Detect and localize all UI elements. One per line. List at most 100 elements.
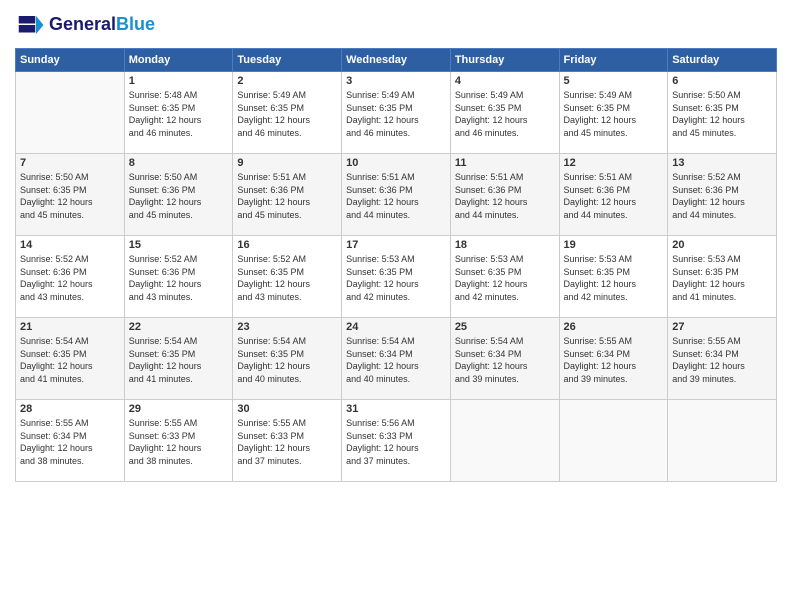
day-info: Sunrise: 5:51 AM Sunset: 6:36 PM Dayligh… <box>237 171 337 221</box>
day-number: 18 <box>455 239 555 251</box>
day-cell: 5 Sunrise: 5:49 AM Sunset: 6:35 PM Daylig… <box>559 72 668 154</box>
day-info: Sunrise: 5:51 AM Sunset: 6:36 PM Dayligh… <box>346 171 446 221</box>
day-cell: 16 Sunrise: 5:52 AM Sunset: 6:35 PM Dayli… <box>233 236 342 318</box>
day-info: Sunrise: 5:48 AM Sunset: 6:35 PM Dayligh… <box>129 89 229 139</box>
day-number: 7 <box>20 157 120 169</box>
day-info: Sunrise: 5:51 AM Sunset: 6:36 PM Dayligh… <box>455 171 555 221</box>
page-container: GeneralBlue SundayMondayTuesdayWednesday… <box>0 0 792 492</box>
day-info: Sunrise: 5:54 AM Sunset: 6:35 PM Dayligh… <box>129 335 229 385</box>
day-info: Sunrise: 5:54 AM Sunset: 6:35 PM Dayligh… <box>237 335 337 385</box>
day-number: 9 <box>237 157 337 169</box>
day-cell <box>559 400 668 482</box>
day-cell: 15 Sunrise: 5:52 AM Sunset: 6:36 PM Dayli… <box>124 236 233 318</box>
day-info: Sunrise: 5:52 AM Sunset: 6:36 PM Dayligh… <box>20 253 120 303</box>
day-cell: 7Sunrise: 5:50 AM Sunset: 6:35 PM Daylig… <box>16 154 125 236</box>
day-cell: 3 Sunrise: 5:49 AM Sunset: 6:35 PM Daylig… <box>342 72 451 154</box>
logo-icon <box>15 10 45 40</box>
day-info: Sunrise: 5:54 AM Sunset: 6:35 PM Dayligh… <box>20 335 120 385</box>
day-number: 16 <box>237 239 337 251</box>
day-info: Sunrise: 5:49 AM Sunset: 6:35 PM Dayligh… <box>455 89 555 139</box>
day-cell: 1 Sunrise: 5:48 AM Sunset: 6:35 PM Daylig… <box>124 72 233 154</box>
day-info: Sunrise: 5:52 AM Sunset: 6:36 PM Dayligh… <box>672 171 772 221</box>
day-number: 19 <box>564 239 664 251</box>
day-cell: 24 Sunrise: 5:54 AM Sunset: 6:34 PM Dayli… <box>342 318 451 400</box>
weekday-wednesday: Wednesday <box>342 49 451 72</box>
day-info: Sunrise: 5:49 AM Sunset: 6:35 PM Dayligh… <box>564 89 664 139</box>
day-number: 15 <box>129 239 229 251</box>
day-cell: 23 Sunrise: 5:54 AM Sunset: 6:35 PM Dayli… <box>233 318 342 400</box>
day-cell <box>668 400 777 482</box>
day-cell: 18 Sunrise: 5:53 AM Sunset: 6:35 PM Dayli… <box>450 236 559 318</box>
day-info: Sunrise: 5:52 AM Sunset: 6:35 PM Dayligh… <box>237 253 337 303</box>
day-number: 5 <box>564 75 664 87</box>
day-info: Sunrise: 5:54 AM Sunset: 6:34 PM Dayligh… <box>455 335 555 385</box>
day-cell: 10 Sunrise: 5:51 AM Sunset: 6:36 PM Dayli… <box>342 154 451 236</box>
day-number: 2 <box>237 75 337 87</box>
day-info: Sunrise: 5:55 AM Sunset: 6:34 PM Dayligh… <box>564 335 664 385</box>
day-number: 29 <box>129 403 229 415</box>
weekday-saturday: Saturday <box>668 49 777 72</box>
day-info: Sunrise: 5:53 AM Sunset: 6:35 PM Dayligh… <box>672 253 772 303</box>
day-cell: 6Sunrise: 5:50 AM Sunset: 6:35 PM Daylig… <box>668 72 777 154</box>
day-number: 13 <box>672 157 772 169</box>
day-cell: 28Sunrise: 5:55 AM Sunset: 6:34 PM Dayli… <box>16 400 125 482</box>
day-cell: 9 Sunrise: 5:51 AM Sunset: 6:36 PM Daylig… <box>233 154 342 236</box>
day-number: 26 <box>564 321 664 333</box>
calendar-body: 1 Sunrise: 5:48 AM Sunset: 6:35 PM Daylig… <box>16 72 777 482</box>
day-cell <box>16 72 125 154</box>
day-number: 4 <box>455 75 555 87</box>
day-cell: 4 Sunrise: 5:49 AM Sunset: 6:35 PM Daylig… <box>450 72 559 154</box>
day-number: 6 <box>672 75 772 87</box>
week-row-1: 7Sunrise: 5:50 AM Sunset: 6:35 PM Daylig… <box>16 154 777 236</box>
day-cell: 13 Sunrise: 5:52 AM Sunset: 6:36 PM Dayli… <box>668 154 777 236</box>
day-cell: 26 Sunrise: 5:55 AM Sunset: 6:34 PM Dayli… <box>559 318 668 400</box>
day-number: 31 <box>346 403 446 415</box>
day-number: 24 <box>346 321 446 333</box>
day-info: Sunrise: 5:53 AM Sunset: 6:35 PM Dayligh… <box>455 253 555 303</box>
day-info: Sunrise: 5:50 AM Sunset: 6:36 PM Dayligh… <box>129 171 229 221</box>
weekday-monday: Monday <box>124 49 233 72</box>
day-cell: 27 Sunrise: 5:55 AM Sunset: 6:34 PM Dayli… <box>668 318 777 400</box>
day-info: Sunrise: 5:55 AM Sunset: 6:34 PM Dayligh… <box>672 335 772 385</box>
day-cell: 25 Sunrise: 5:54 AM Sunset: 6:34 PM Dayli… <box>450 318 559 400</box>
day-number: 17 <box>346 239 446 251</box>
day-info: Sunrise: 5:51 AM Sunset: 6:36 PM Dayligh… <box>564 171 664 221</box>
day-number: 27 <box>672 321 772 333</box>
day-cell: 8Sunrise: 5:50 AM Sunset: 6:36 PM Daylig… <box>124 154 233 236</box>
day-number: 12 <box>564 157 664 169</box>
day-cell: 29Sunrise: 5:55 AM Sunset: 6:33 PM Dayli… <box>124 400 233 482</box>
week-row-2: 14 Sunrise: 5:52 AM Sunset: 6:36 PM Dayli… <box>16 236 777 318</box>
weekday-header-row: SundayMondayTuesdayWednesdayThursdayFrid… <box>16 49 777 72</box>
day-number: 22 <box>129 321 229 333</box>
day-cell: 31Sunrise: 5:56 AM Sunset: 6:33 PM Dayli… <box>342 400 451 482</box>
day-info: Sunrise: 5:49 AM Sunset: 6:35 PM Dayligh… <box>346 89 446 139</box>
day-info: Sunrise: 5:53 AM Sunset: 6:35 PM Dayligh… <box>564 253 664 303</box>
day-number: 25 <box>455 321 555 333</box>
week-row-3: 21Sunrise: 5:54 AM Sunset: 6:35 PM Dayli… <box>16 318 777 400</box>
day-number: 23 <box>237 321 337 333</box>
day-number: 3 <box>346 75 446 87</box>
weekday-sunday: Sunday <box>16 49 125 72</box>
day-info: Sunrise: 5:52 AM Sunset: 6:36 PM Dayligh… <box>129 253 229 303</box>
day-cell: 11 Sunrise: 5:51 AM Sunset: 6:36 PM Dayli… <box>450 154 559 236</box>
day-info: Sunrise: 5:49 AM Sunset: 6:35 PM Dayligh… <box>237 89 337 139</box>
day-cell: 20Sunrise: 5:53 AM Sunset: 6:35 PM Dayli… <box>668 236 777 318</box>
day-number: 11 <box>455 157 555 169</box>
day-cell: 19 Sunrise: 5:53 AM Sunset: 6:35 PM Dayli… <box>559 236 668 318</box>
day-number: 1 <box>129 75 229 87</box>
day-number: 30 <box>237 403 337 415</box>
day-number: 28 <box>20 403 120 415</box>
day-cell: 22 Sunrise: 5:54 AM Sunset: 6:35 PM Dayli… <box>124 318 233 400</box>
day-info: Sunrise: 5:53 AM Sunset: 6:35 PM Dayligh… <box>346 253 446 303</box>
week-row-4: 28Sunrise: 5:55 AM Sunset: 6:34 PM Dayli… <box>16 400 777 482</box>
weekday-friday: Friday <box>559 49 668 72</box>
day-cell: 21Sunrise: 5:54 AM Sunset: 6:35 PM Dayli… <box>16 318 125 400</box>
day-cell: 14 Sunrise: 5:52 AM Sunset: 6:36 PM Dayli… <box>16 236 125 318</box>
day-info: Sunrise: 5:54 AM Sunset: 6:34 PM Dayligh… <box>346 335 446 385</box>
header: GeneralBlue <box>15 10 777 40</box>
calendar-table: SundayMondayTuesdayWednesdayThursdayFrid… <box>15 48 777 482</box>
weekday-tuesday: Tuesday <box>233 49 342 72</box>
logo: GeneralBlue <box>15 10 155 40</box>
day-number: 14 <box>20 239 120 251</box>
day-number: 10 <box>346 157 446 169</box>
